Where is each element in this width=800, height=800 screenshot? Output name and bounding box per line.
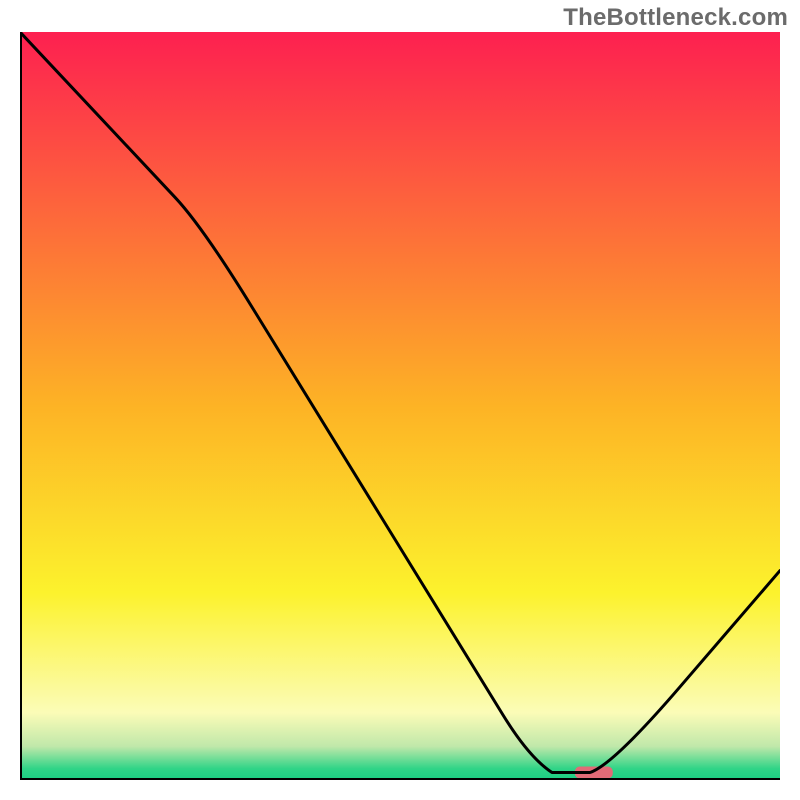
chart-svg: [20, 32, 780, 780]
watermark-text: TheBottleneck.com: [563, 4, 788, 32]
chart-container: TheBottleneck.com: [0, 0, 800, 800]
gradient-background: [20, 32, 780, 780]
plot-frame: [20, 32, 780, 780]
